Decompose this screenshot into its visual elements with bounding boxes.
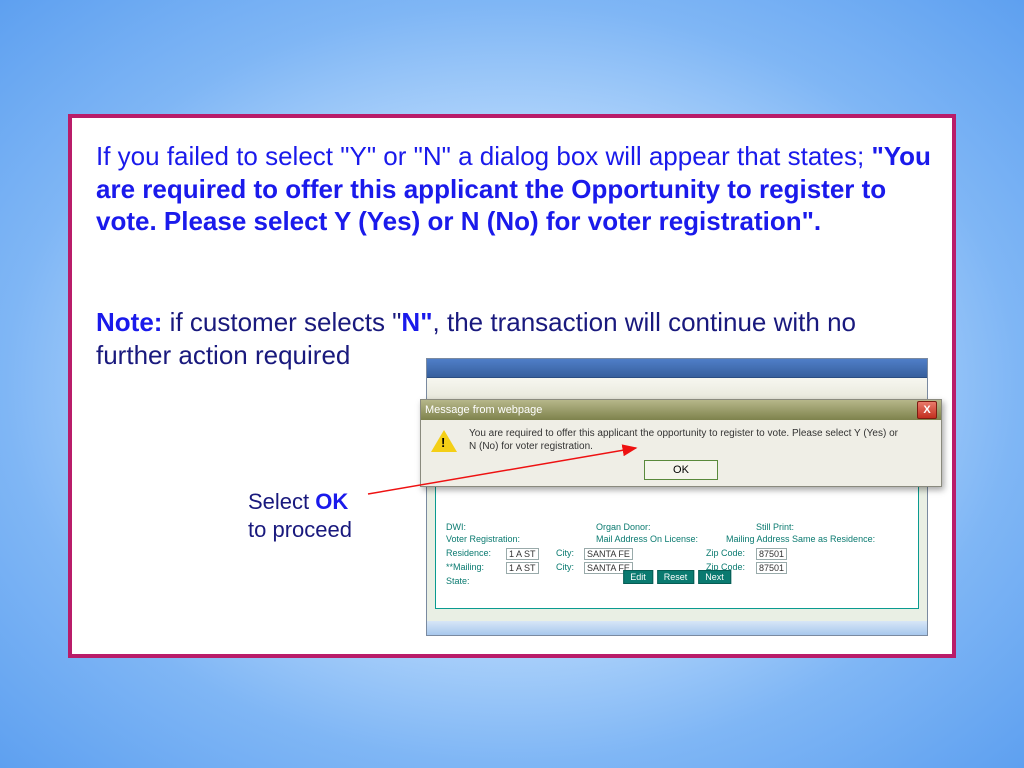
- note-n: N": [401, 307, 432, 337]
- warning-icon: [431, 430, 457, 452]
- dialog-title-text: Message from webpage: [425, 404, 542, 416]
- mock-form: DWI: Organ Donor: Still Print: Voter Reg…: [446, 522, 908, 598]
- label-voter: Voter Registration:: [446, 534, 520, 544]
- label-still-print: Still Print:: [756, 522, 794, 532]
- mock-button-row: Edit Reset Next: [623, 570, 731, 584]
- dialog-titlebar: Message from webpage X: [421, 400, 941, 420]
- note-label: Note:: [96, 307, 162, 337]
- hint-post: to proceed: [248, 517, 352, 542]
- message-dialog: Message from webpage X You are required …: [420, 399, 942, 487]
- mock-next-button: Next: [698, 570, 731, 584]
- label-mail-same: Mailing Address Same as Residence:: [726, 534, 875, 544]
- value-mailing-street: 1 A ST: [506, 562, 539, 574]
- label-residence: Residence:: [446, 548, 491, 558]
- instruction-pre: If you failed to select "Y" or "N" a dia…: [96, 141, 871, 171]
- mock-browser-titlebar: [427, 359, 927, 378]
- mock-reset-button: Reset: [657, 570, 695, 584]
- value-zip-1: 87501: [756, 548, 787, 560]
- content-panel: If you failed to select "Y" or "N" a dia…: [68, 114, 956, 658]
- hint-ok: OK: [315, 489, 348, 514]
- value-zip-2: 87501: [756, 562, 787, 574]
- label-mailing: **Mailing:: [446, 562, 484, 572]
- dialog-ok-label: OK: [673, 464, 689, 476]
- dialog-close-button[interactable]: X: [917, 401, 937, 419]
- slide-background: If you failed to select "Y" or "N" a dia…: [0, 0, 1024, 768]
- note-mid1: if customer selects ": [170, 307, 402, 337]
- close-icon: X: [923, 404, 930, 416]
- dialog-message: You are required to offer this applicant…: [469, 428, 899, 453]
- label-city-2: City:: [556, 562, 574, 572]
- instruction-text: If you failed to select "Y" or "N" a dia…: [96, 140, 936, 238]
- dialog-body: You are required to offer this applicant…: [421, 420, 941, 461]
- hint-text: Select OK to proceed: [248, 488, 352, 543]
- label-organ: Organ Donor:: [596, 522, 651, 532]
- hint-pre: Select: [248, 489, 315, 514]
- label-mail-lic: Mail Address On License:: [596, 534, 698, 544]
- label-state: State:: [446, 576, 470, 586]
- label-city-1: City:: [556, 548, 574, 558]
- label-zip-1: Zip Code:: [706, 548, 745, 558]
- mock-taskbar: [427, 621, 927, 635]
- mock-edit-button: Edit: [623, 570, 653, 584]
- dialog-ok-button[interactable]: OK: [644, 460, 718, 480]
- label-dwi: DWI:: [446, 522, 466, 532]
- value-residence-street: 1 A ST: [506, 548, 539, 560]
- value-city-1: SANTA FE: [584, 548, 633, 560]
